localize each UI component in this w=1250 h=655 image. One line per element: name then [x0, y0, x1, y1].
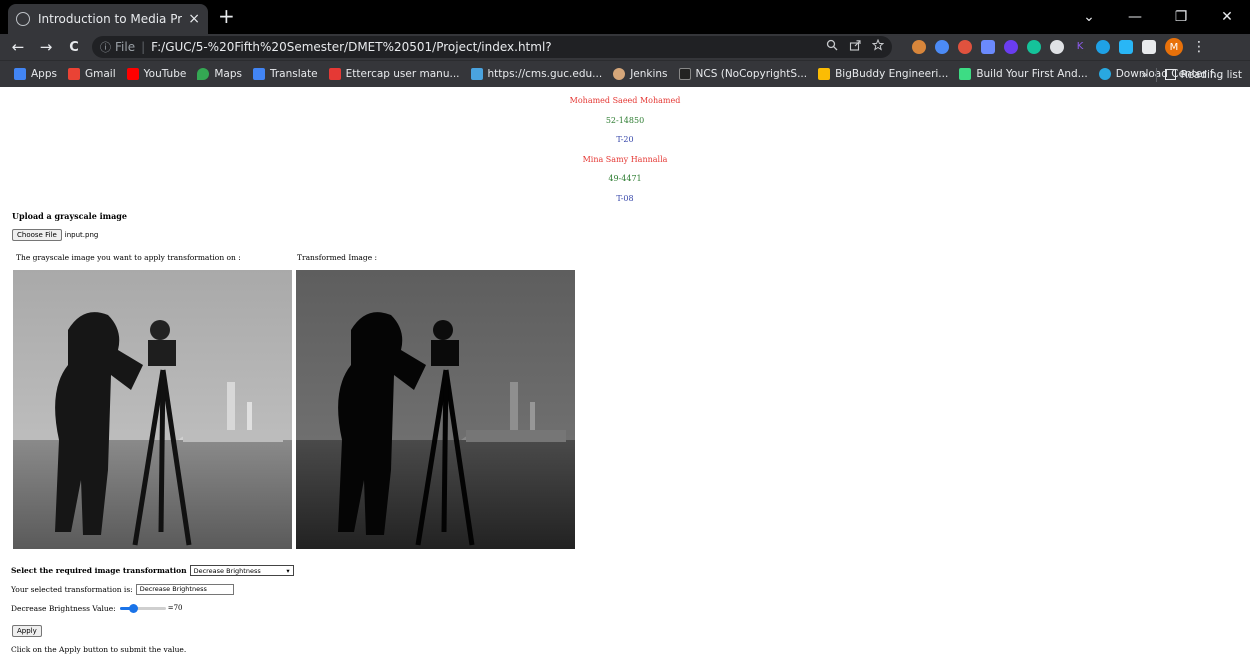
navigation-bar: ← → C ⓘ File | F:/GUC/5-%20Fifth%20Semes… — [0, 34, 1250, 60]
gmail-icon — [67, 68, 80, 80]
original-image-caption: The grayscale image you want to apply tr… — [16, 253, 241, 262]
white-extension-icon[interactable] — [1050, 40, 1064, 54]
bookmark-jenkins[interactable]: Jenkins — [613, 68, 668, 80]
student-tutorial-2: T-08 — [616, 193, 634, 203]
share-icon[interactable] — [849, 39, 861, 51]
checkmark-icon — [328, 68, 341, 80]
brightness-value: =70 — [167, 604, 183, 612]
k-extension-icon[interactable]: K — [1073, 40, 1087, 54]
url-separator: | — [141, 40, 146, 54]
blue-circle-extension-icon[interactable] — [935, 40, 949, 54]
student-tutorial-1: T-20 — [616, 135, 634, 144]
translate-icon — [252, 68, 265, 80]
brightness-label: Decrease Brightness Value: — [11, 603, 116, 613]
tab-strip: Introduction to Media Project × + ⌄ — ❐ … — [0, 0, 1250, 34]
bookmark-ncs[interactable]: NCS (NoCopyrightS... — [678, 68, 807, 80]
student-name-2: Mina Samy Hannalla — [582, 154, 668, 164]
maps-icon — [197, 68, 210, 80]
jenkins-icon — [613, 68, 626, 80]
youtube-icon — [126, 68, 139, 80]
new-tab-icon[interactable]: + — [218, 6, 235, 26]
student-name-1: Mohamed Saeed Mohamed — [569, 96, 681, 105]
zoom-icon[interactable] — [826, 39, 838, 51]
bookmark-apps[interactable]: Apps — [14, 68, 57, 80]
tab-title: Introduction to Media Project — [38, 12, 182, 26]
purple-extension-icon[interactable] — [1004, 40, 1018, 54]
download-center-icon — [1098, 68, 1111, 80]
extensions-bar: K M ⋮ — [912, 38, 1206, 56]
window-controls: ⌄ — ❐ ✕ — [1066, 0, 1250, 34]
choose-file-button[interactable]: Choose File — [12, 229, 62, 241]
bookmark-ettercap[interactable]: Ettercap user manu... — [328, 68, 460, 80]
profile-avatar[interactable]: M — [1165, 38, 1183, 56]
bookmark-translate[interactable]: Translate — [252, 68, 318, 80]
brightness-slider[interactable] — [119, 603, 166, 613]
back-icon[interactable]: ← — [4, 38, 32, 56]
page-content: Mohamed Saeed Mohamed 52-14850 T-20 Mina… — [0, 87, 1250, 655]
student-id-1: 52-14850 — [605, 115, 645, 125]
credits-block: Mohamed Saeed Mohamed 52-14850 T-20 Mina… — [0, 96, 1250, 213]
transformation-select[interactable]: Decrease Brightness ▾ — [189, 565, 294, 576]
bookmarks-bar: Apps Gmail YouTube Maps Translate Etterc… — [0, 60, 1250, 87]
red-extension-icon[interactable] — [958, 40, 972, 54]
android-icon — [959, 68, 972, 80]
address-bar[interactable]: ⓘ File | F:/GUC/5-%20Fifth%20Semester/DM… — [92, 36, 892, 58]
browser-tab[interactable]: Introduction to Media Project × — [8, 4, 208, 34]
chevron-down-icon: ▾ — [286, 566, 290, 575]
selected-transformation-row: Your selected transformation is: Decreas… — [11, 584, 234, 595]
transformation-select-row: Select the required image transformation… — [11, 565, 294, 576]
site-info-icon[interactable]: ⓘ — [100, 39, 111, 55]
student-id-2: 49-4471 — [608, 174, 642, 183]
transformed-image-caption: Transformed Image : — [297, 253, 378, 262]
close-window-icon[interactable]: ✕ — [1204, 9, 1250, 25]
bookmarks-divider — [1155, 67, 1157, 82]
file-name: input.png — [64, 231, 99, 239]
bookmark-youtube[interactable]: YouTube — [126, 68, 186, 80]
bookmark-cms-guc[interactable]: https://cms.guc.edu... — [470, 68, 602, 80]
url-scheme: File — [115, 40, 136, 54]
selected-transformation-field[interactable]: Decrease Brightness — [135, 584, 234, 595]
camera-extension-icon[interactable] — [981, 40, 995, 54]
drive-icon — [818, 68, 831, 80]
globe-icon — [16, 12, 30, 26]
star-icon[interactable] — [872, 39, 884, 51]
apply-button[interactable]: Apply — [12, 625, 42, 637]
ncs-icon — [678, 68, 691, 80]
bookmark-bigbuddy[interactable]: BigBuddy Engineeri... — [818, 68, 948, 80]
browser-menu-icon[interactable]: ⋮ — [1192, 39, 1206, 55]
apps-grid-icon — [14, 68, 26, 80]
bookmarks-overflow-icon[interactable]: » — [1141, 69, 1147, 81]
puzzle-extension-icon[interactable] — [1142, 40, 1156, 54]
brightness-slider-row: Decrease Brightness Value: =70 — [11, 603, 183, 613]
document-icon — [470, 68, 483, 80]
transformed-image — [296, 270, 575, 549]
slider-thumb[interactable] — [128, 604, 138, 613]
bookmark-gmail[interactable]: Gmail — [67, 68, 116, 80]
minimize-icon[interactable]: — — [1112, 9, 1158, 25]
forward-icon[interactable]: → — [32, 38, 60, 56]
cookie-extension-icon[interactable] — [912, 40, 926, 54]
bookmark-maps[interactable]: Maps — [197, 68, 242, 80]
maximize-icon[interactable]: ❐ — [1158, 9, 1204, 25]
url-text[interactable]: F:/GUC/5-%20Fifth%20Semester/DMET%20501/… — [151, 40, 552, 54]
apply-hint: Click on the Apply button to submit the … — [11, 645, 187, 654]
fox-extension-icon[interactable] — [1119, 40, 1133, 54]
bookmark-build-android[interactable]: Build Your First And... — [959, 68, 1088, 80]
grammarly-extension-icon[interactable] — [1027, 40, 1041, 54]
reload-icon[interactable]: C — [60, 40, 88, 55]
reading-list-button[interactable]: Reading list — [1181, 69, 1242, 81]
reading-list-icon — [1164, 69, 1176, 80]
tab-close-icon[interactable]: × — [188, 11, 200, 27]
transformation-select-label: Select the required image transformation — [11, 566, 187, 575]
file-input: Choose File input.png — [12, 229, 98, 241]
upload-heading: Upload a grayscale image — [12, 211, 127, 221]
transformation-select-value: Decrease Brightness — [193, 566, 261, 575]
cyan-extension-icon[interactable] — [1096, 40, 1110, 54]
tab-search-icon[interactable]: ⌄ — [1066, 9, 1112, 25]
original-image — [13, 270, 292, 549]
selected-transformation-label: Your selected transformation is: — [11, 585, 133, 594]
